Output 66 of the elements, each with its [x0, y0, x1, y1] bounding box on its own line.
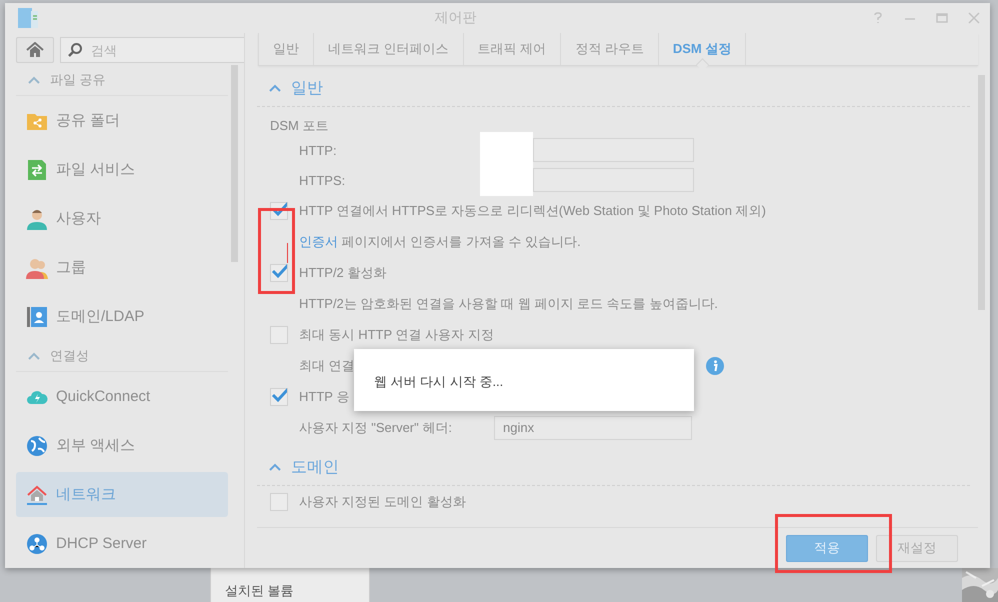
checkbox[interactable] — [270, 326, 288, 344]
user-icon — [26, 208, 48, 230]
subheading: DSM 포트 — [270, 117, 328, 135]
help-text: 인증서 페이지에서 인증서를 가져올 수 있습니다. — [299, 232, 581, 250]
info-icon[interactable] — [706, 356, 724, 374]
section-title: 일반 — [291, 78, 323, 98]
sidebar-item[interactable]: 그룹 — [16, 245, 228, 290]
sidebar-item[interactable]: DHCP Server — [16, 521, 228, 566]
sidebar-item[interactable]: 사용자 — [16, 196, 228, 241]
sidebar-item[interactable]: QuickConnect — [16, 374, 228, 419]
tab[interactable]: 트래픽 제어 — [462, 33, 560, 65]
home-button[interactable] — [16, 37, 54, 63]
file-icon — [26, 158, 48, 180]
search-icon — [67, 42, 83, 58]
group-icon — [26, 256, 48, 278]
option-label: 최대 동시 HTTP 연결 사용자 지정 — [299, 326, 494, 344]
volume-label: 설치된 볼륨 — [225, 582, 294, 600]
sidebar-item[interactable]: 네트워크 — [16, 472, 228, 517]
search-input[interactable]: 검색 — [89, 42, 244, 58]
sidebar-item[interactable]: 공유 폴더 — [16, 98, 228, 143]
field-label: 최대 연결 — [299, 356, 356, 374]
input-field[interactable]: nginx — [494, 416, 692, 440]
tab[interactable]: 일반 — [258, 33, 313, 65]
reset-button[interactable]: 재설정 — [876, 534, 958, 562]
option-label: 사용자 지정된 도메인 활성화 — [299, 492, 466, 510]
house-icon — [26, 484, 48, 506]
section-title: 도메인 — [291, 458, 339, 478]
tab[interactable]: DSM 설정 — [658, 33, 746, 65]
maximize-icon[interactable] — [936, 12, 948, 24]
redaction-block — [480, 132, 533, 196]
checkbox[interactable] — [270, 388, 288, 406]
field-label: HTTP: — [299, 142, 338, 158]
dialog-message: 웹 서버 다시 시작 중... — [374, 374, 504, 389]
field-label: 사용자 지정 "Server" 헤더: — [299, 418, 453, 436]
contact-book-icon — [26, 306, 48, 328]
tab[interactable]: 네트워크 인터페이스 — [313, 33, 463, 65]
app-icon — [17, 7, 39, 29]
checkbox[interactable] — [270, 264, 288, 282]
sidebar-item[interactable]: 도메인/LDAP — [16, 294, 228, 339]
field-label: HTTPS: — [299, 172, 346, 188]
option-label: HTTP 연결에서 HTTPS로 자동으로 리디렉션(Web Station 및 Photo Station 제외) — [299, 202, 766, 220]
home-icon — [26, 42, 44, 58]
tab[interactable]: 정적 라우트 — [560, 33, 658, 65]
close-icon[interactable] — [968, 12, 980, 24]
marker-line — [287, 243, 288, 263]
scrollbar[interactable] — [231, 65, 238, 262]
group-header: 파일 공유 — [50, 71, 106, 89]
group-header: 연결성 — [50, 347, 89, 365]
input-field[interactable] — [533, 168, 694, 192]
chevron-up-icon[interactable] — [28, 352, 40, 360]
chevron-up-icon[interactable] — [269, 84, 281, 92]
globe-icon — [26, 434, 48, 456]
apply-button[interactable]: 적용 — [786, 534, 868, 562]
help-icon[interactable] — [872, 12, 884, 24]
chevron-up-icon[interactable] — [269, 463, 281, 471]
certificate-link[interactable]: 인증서 — [299, 234, 338, 248]
search-field[interactable]: 검색 — [60, 37, 244, 63]
chevron-up-icon[interactable] — [28, 76, 40, 84]
network-icon — [26, 532, 48, 554]
sidebar-item[interactable]: 파일 서비스 — [16, 147, 228, 192]
option-label: HTTP/2 활성화 — [299, 264, 386, 282]
checkbox[interactable] — [270, 492, 288, 510]
sidebar-item[interactable]: 외부 액세스 — [16, 423, 228, 468]
option-label: HTTP 응 — [299, 388, 350, 406]
input-field[interactable] — [533, 138, 694, 162]
help-text: HTTP/2는 암호화된 연결을 사용할 때 웹 페이지 로드 속도를 높여줍니다. — [299, 294, 718, 312]
